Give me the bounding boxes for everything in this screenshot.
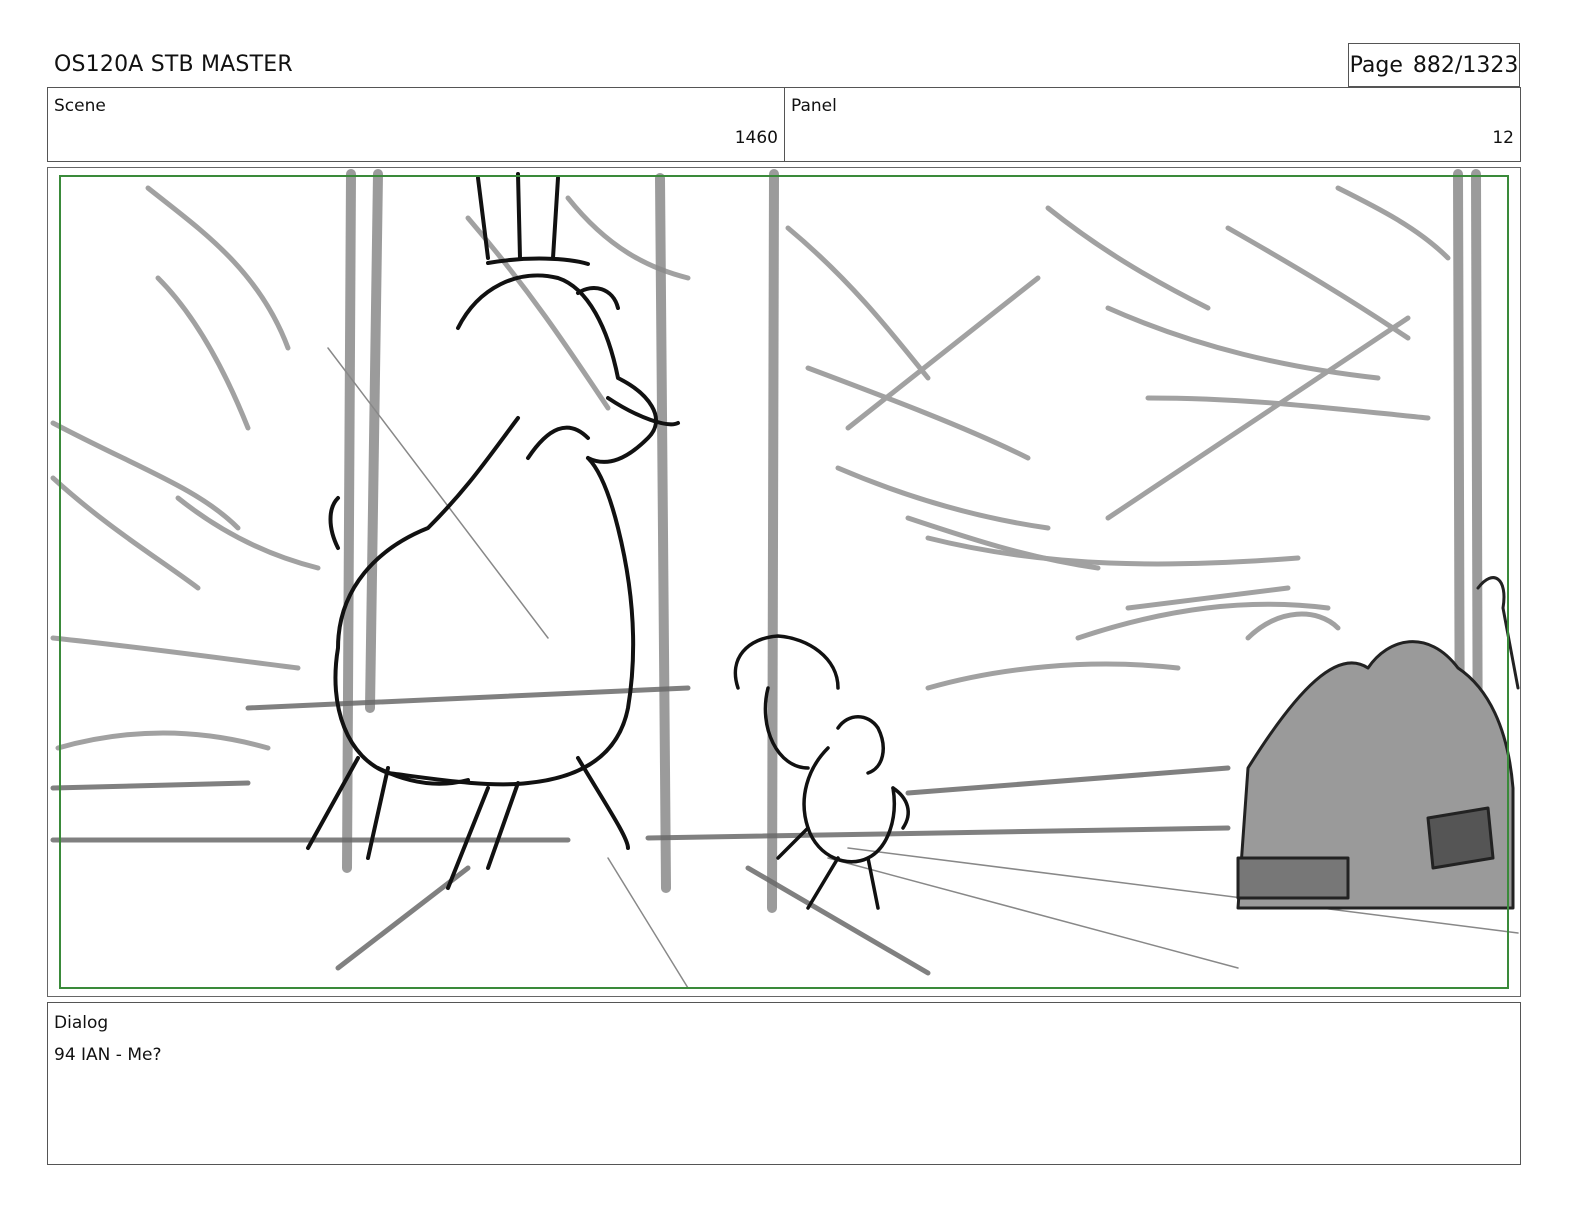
storyboard-frame — [47, 167, 1521, 997]
page-indicator: Page 882/1323 — [1348, 43, 1520, 87]
panel-label: Panel — [791, 96, 837, 116]
dialog-label: Dialog — [54, 1013, 109, 1033]
document-title: OS120A STB MASTER — [54, 52, 293, 77]
dialog-box: Dialog 94 IAN - Me? — [47, 1002, 1521, 1165]
panel-cell: Panel 12 — [785, 88, 1520, 161]
tree-branches — [50, 185, 1451, 751]
scene-label: Scene — [54, 96, 106, 116]
panel-number: 12 — [1492, 128, 1514, 148]
goose-character — [306, 172, 680, 890]
ground-lines — [50, 685, 1231, 976]
scene-cell: Scene 1460 — [48, 88, 785, 161]
page-label: Page — [1349, 52, 1403, 78]
page-number: 882/1323 — [1412, 52, 1519, 78]
scene-number: 1460 — [734, 128, 778, 148]
scene-panel-row: Scene 1460 Panel 12 — [47, 87, 1521, 162]
storyboard-sketch — [50, 169, 1520, 989]
dialog-text: 94 IAN - Me? — [54, 1045, 162, 1065]
squirrel-character — [733, 634, 910, 910]
